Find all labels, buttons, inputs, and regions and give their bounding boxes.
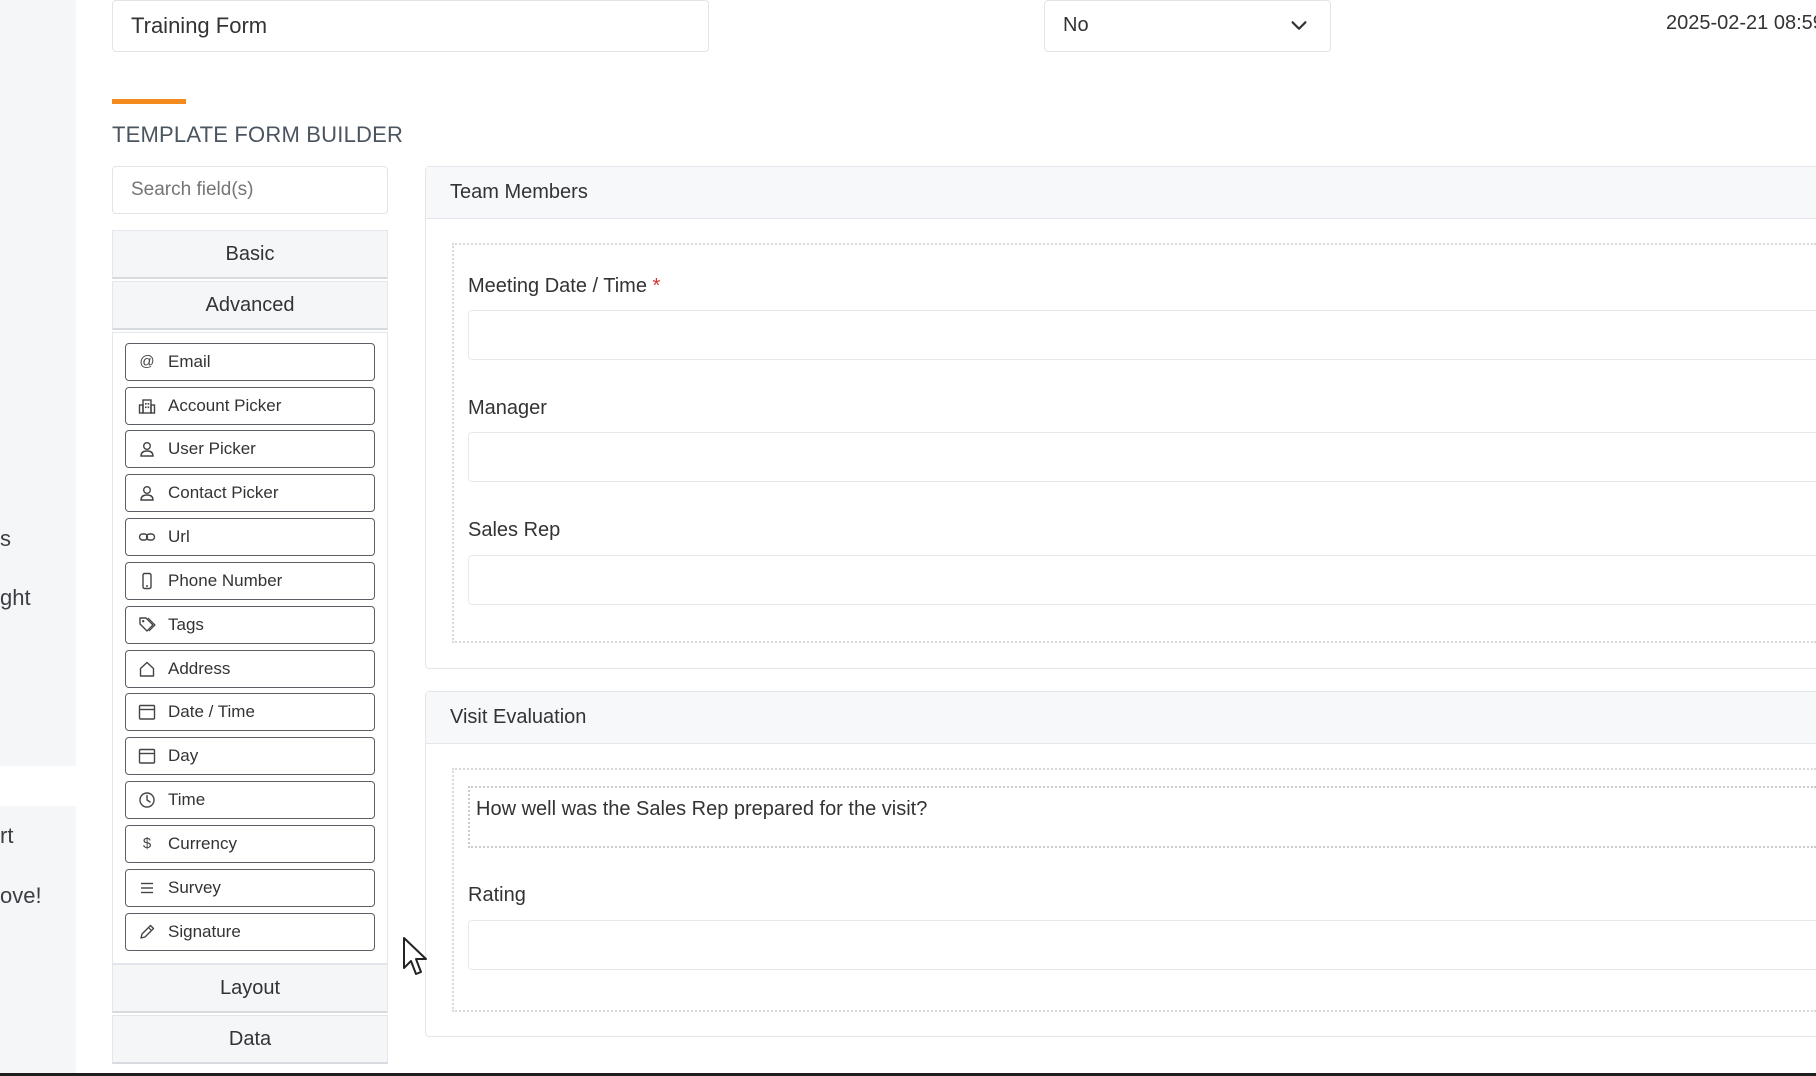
rating-input[interactable]	[468, 920, 1816, 970]
sidebar-snippet: s	[0, 526, 11, 551]
group-layout[interactable]: Layout	[112, 964, 388, 1013]
field-time[interactable]: Time	[125, 781, 375, 819]
field-tags[interactable]: Tags	[125, 606, 375, 644]
accent-bar	[112, 99, 186, 104]
dollar-icon: $	[142, 835, 152, 852]
field-label: Survey	[168, 878, 221, 897]
sidebar-background-top	[0, 0, 76, 766]
list-icon	[141, 882, 153, 894]
meeting-date-label-text: Meeting Date / Time	[468, 275, 647, 297]
field-label: Time	[168, 790, 206, 809]
field-survey[interactable]: Survey	[125, 869, 375, 907]
sales-rep-label: Sales Rep	[468, 519, 561, 541]
contact-icon	[140, 486, 154, 501]
field-address[interactable]: Address	[125, 650, 375, 688]
sidebar-snippet: ght	[0, 585, 31, 610]
field-signature[interactable]: Signature	[125, 913, 375, 951]
at-icon: @	[139, 353, 155, 370]
field-user-picker[interactable]: User Picker	[125, 430, 375, 468]
field-label: User Picker	[168, 439, 256, 458]
section-visit-evaluation: Visit Evaluation How well was the Sales …	[425, 691, 1816, 1037]
form-timestamp: 2025-02-21 08:59	[1666, 12, 1816, 34]
field-label: Date / Time	[168, 702, 255, 721]
field-label: Account Picker	[168, 396, 282, 415]
field-label: Address	[168, 659, 231, 678]
field-label: Tags	[168, 615, 204, 634]
field-day[interactable]: Day	[125, 737, 375, 775]
field-label: Contact Picker	[168, 483, 279, 502]
chevron-down-icon	[1291, 21, 1307, 30]
field-currency[interactable]: $ Currency	[125, 825, 375, 863]
search-fields-input[interactable]	[112, 166, 388, 214]
clock-icon	[139, 792, 155, 808]
group-basic[interactable]: Basic	[112, 230, 388, 279]
form-select-value: No	[1063, 14, 1089, 36]
form-select[interactable]: No	[1044, 0, 1331, 52]
pen-icon	[140, 924, 155, 939]
question-text[interactable]: How well was the Sales Rep prepared for …	[468, 786, 1816, 848]
group-data[interactable]: Data	[112, 1015, 388, 1064]
meeting-date-label: Meeting Date / Time *	[468, 275, 660, 298]
field-label: Currency	[168, 834, 237, 853]
field-label: Email	[168, 352, 211, 371]
section-title: Visit Evaluation	[426, 692, 1816, 744]
field-label: Url	[168, 527, 190, 546]
builder-title: TEMPLATE FORM BUILDER	[112, 122, 404, 147]
section-title: Team Members	[426, 167, 1816, 219]
calendar-icon	[138, 704, 156, 720]
tags-icon	[139, 617, 156, 632]
user-icon	[140, 442, 154, 457]
field-date-time[interactable]: Date / Time	[125, 693, 375, 731]
manager-input[interactable]	[468, 432, 1816, 482]
field-label: Phone Number	[168, 571, 283, 590]
field-phone-number[interactable]: Phone Number	[125, 562, 375, 600]
link-icon	[138, 533, 156, 541]
field-contact-picker[interactable]: Contact Picker	[125, 474, 375, 512]
section-team-members: Team Members Meeting Date / Time * Manag…	[425, 166, 1816, 669]
group-advanced[interactable]: Advanced	[112, 281, 388, 330]
field-label: Signature	[168, 922, 241, 941]
sales-rep-input[interactable]	[468, 555, 1816, 605]
building-icon	[138, 399, 156, 414]
rating-label: Rating	[468, 884, 526, 906]
mouse-cursor-icon	[403, 937, 427, 975]
sidebar-snippet: ove!	[0, 883, 42, 908]
form-name-input[interactable]	[112, 0, 709, 52]
field-label: Day	[168, 746, 199, 765]
calendar-icon	[138, 748, 156, 764]
field-url[interactable]: Url	[125, 518, 375, 556]
sidebar-snippet: rt	[0, 823, 14, 848]
phone-icon	[142, 572, 152, 590]
home-icon	[139, 661, 155, 677]
field-email[interactable]: @ Email	[125, 343, 375, 381]
manager-label: Manager	[468, 397, 547, 419]
meeting-date-input[interactable]	[468, 310, 1816, 360]
field-account-picker[interactable]: Account Picker	[125, 387, 375, 425]
required-mark: *	[652, 275, 661, 297]
